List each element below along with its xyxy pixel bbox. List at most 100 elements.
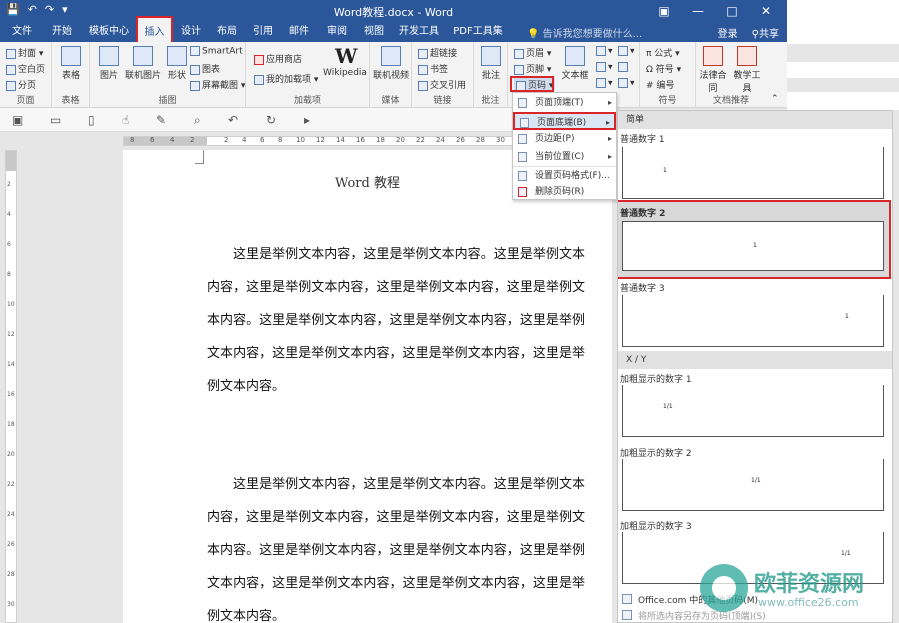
comment-button[interactable]: 批注 [474, 46, 508, 81]
restore-ribbon-button[interactable]: ▣ [647, 0, 681, 22]
gallery-item-plain-number-1[interactable]: 1 [622, 147, 884, 199]
ribbon-insert: 封面 ▾ 空白页 分页 页面 表格 表格 图片 联机图片 形状 SmartArt… [0, 42, 787, 108]
tab-pdf-tools[interactable]: PDF工具集 [450, 22, 506, 42]
group-label-pages: 页面 [16, 96, 35, 106]
undo-icon[interactable]: ↶ [228, 113, 238, 127]
menu-item-current-position[interactable]: 当前位置(C) ▸ [513, 148, 616, 166]
table-button[interactable]: 表格 [54, 46, 88, 81]
wikipedia-button[interactable]: W Wikipedia [322, 46, 368, 78]
break-label: 分页 [18, 81, 37, 91]
document-page[interactable]: Word 教程 这里是举例文本内容，这里是举例文本内容。这里是举例文本内容，这里… [123, 150, 612, 623]
redo-icon[interactable]: ↻ [266, 113, 276, 127]
object-button[interactable]: ▾ [618, 78, 635, 89]
open-folder-icon[interactable]: ▭ [50, 113, 61, 127]
group-label-links: 链接 [433, 96, 452, 106]
object-icon [618, 78, 628, 88]
blank-page-button[interactable]: 空白页 [6, 62, 45, 75]
tab-file[interactable]: 文件 [4, 22, 40, 42]
login-link[interactable]: 登录 [718, 25, 738, 40]
chart-button[interactable]: 图表 [190, 62, 220, 75]
my-addins-button[interactable]: 我的加载项 ▾ [254, 72, 318, 85]
store-label: 应用商店 [266, 55, 303, 65]
picture-button[interactable]: 图片 [92, 46, 126, 81]
maximize-button[interactable]: □ [715, 0, 749, 22]
legal-contract-button[interactable]: 法律合同 [696, 46, 730, 94]
datetime-button[interactable] [618, 62, 630, 73]
tab-view[interactable]: 视图 [358, 22, 390, 42]
wordart-button[interactable]: ▾ [596, 62, 613, 73]
blank-page-icon [6, 64, 16, 75]
touch-mode-icon[interactable]: ☝ [122, 113, 129, 127]
online-picture-button[interactable]: 联机图片 [124, 46, 162, 81]
symbol-button[interactable]: Ω 符号 ▾ [646, 62, 681, 75]
gallery-item-plain-number-2[interactable]: 1 [622, 221, 884, 271]
equation-button[interactable]: π 公式 ▾ [646, 46, 680, 59]
dropcap-button[interactable]: ▾ [596, 78, 613, 89]
tab-design[interactable]: 设计 [175, 22, 207, 42]
tab-references[interactable]: 引用 [247, 22, 279, 42]
store-button[interactable]: 应用商店 [254, 52, 302, 65]
tab-layout[interactable]: 布局 [211, 22, 243, 42]
gallery-item-title: 普通数字 1 [620, 135, 665, 145]
group-tables: 表格 表格 [52, 42, 90, 108]
symbol-label: 符号 [655, 65, 674, 75]
header-icon [514, 48, 524, 59]
ruler-tick: 26 [7, 541, 15, 548]
body-paragraph[interactable]: 这里是举例文本内容，这里是举例文本内容。这里是举例文本内容，这里是举例文本内容，… [207, 468, 585, 623]
screenshot-button[interactable]: 屏幕截图 ▾ [190, 78, 245, 91]
share-button[interactable]: ⚲共享 [752, 25, 779, 40]
quick-parts-button[interactable]: ▾ [596, 46, 613, 57]
tab-home[interactable]: 开始 [44, 22, 80, 42]
page-break-button[interactable]: 分页 [6, 78, 36, 91]
teaching-tools-button[interactable]: 教学工具 [730, 46, 764, 94]
close-button[interactable]: ✕ [749, 0, 783, 22]
tab-template-center[interactable]: 模板中心 [84, 22, 134, 42]
cover-page-button[interactable]: 封面 ▾ [6, 46, 43, 59]
remove-icon [518, 187, 527, 197]
textbox-button[interactable]: 文本框 [558, 46, 592, 81]
cover-icon [6, 48, 16, 59]
hyperlink-button[interactable]: 超链接 [418, 46, 457, 59]
body-paragraph[interactable]: 这里是举例文本内容，这里是举例文本内容。这里是举例文本内容，这里是举例文本内容，… [207, 238, 585, 403]
footer-icon [514, 64, 524, 75]
shapes-button[interactable]: 形状 [160, 46, 194, 81]
print-preview-icon[interactable]: ⌕ [194, 113, 201, 128]
chart-icon [190, 64, 200, 75]
menu-item-top-of-page[interactable]: 页面顶端(T) ▸ [513, 94, 616, 112]
datetime-icon [618, 62, 628, 72]
bookmark-icon [418, 64, 428, 75]
more-icon[interactable]: ▸ [304, 113, 310, 127]
ruler-tick: 16 [356, 136, 365, 144]
tab-developer[interactable]: 开发工具 [394, 22, 444, 42]
gallery-item-title: 加粗显示的数字 3 [620, 522, 692, 532]
new-doc-icon[interactable]: ▯ [88, 113, 95, 127]
vertical-ruler[interactable]: 2 4 6 8 10 12 14 16 18 20 22 24 26 28 30 [5, 150, 17, 623]
gallery-item-plain-number-3[interactable]: 1 [622, 295, 884, 347]
smartart-button[interactable]: SmartArt [190, 46, 243, 57]
signature-line-button[interactable]: ▾ [618, 46, 635, 57]
online-video-button[interactable]: 联机视频 [372, 46, 410, 81]
menu-item-page-margins[interactable]: 页边距(P) ▸ [513, 130, 616, 148]
crossref-button[interactable]: 交叉引用 [418, 78, 466, 91]
gallery-item-bold-number-1[interactable]: 1/1 [622, 385, 884, 437]
page-number-highlight [510, 76, 554, 92]
number-button[interactable]: # 编号 [646, 78, 674, 91]
collapse-ribbon-icon[interactable]: ⌃ [771, 94, 779, 104]
hash-icon: # [646, 81, 657, 91]
tab-mailings[interactable]: 邮件 [283, 22, 315, 42]
save-icon[interactable]: ▣ [12, 113, 23, 127]
header-button[interactable]: 页眉 ▾ [514, 46, 551, 59]
bookmark-button[interactable]: 书签 [418, 62, 448, 75]
tab-insert[interactable]: 插入 [136, 16, 173, 43]
tell-me-text: 告诉我您想要做什么... [542, 29, 643, 40]
group-pages: 封面 ▾ 空白页 分页 页面 [0, 42, 52, 108]
menu-item-bottom-of-page[interactable]: 页面底端(B) ▸ [513, 112, 616, 130]
menu-item-format-page-numbers[interactable]: 设置页码格式(F)... [513, 166, 616, 184]
footer-button[interactable]: 页脚 ▾ [514, 62, 551, 75]
menu-item-remove-page-numbers[interactable]: 删除页码(R) [513, 183, 616, 201]
gallery-item-bold-number-2[interactable]: 1/1 [622, 459, 884, 511]
tab-review[interactable]: 审阅 [319, 22, 355, 42]
minimize-button[interactable]: — [681, 0, 715, 22]
tell-me-search[interactable]: 💡 告诉我您想要做什么... [527, 25, 642, 40]
format-painter-icon[interactable]: ✎ [156, 113, 166, 127]
